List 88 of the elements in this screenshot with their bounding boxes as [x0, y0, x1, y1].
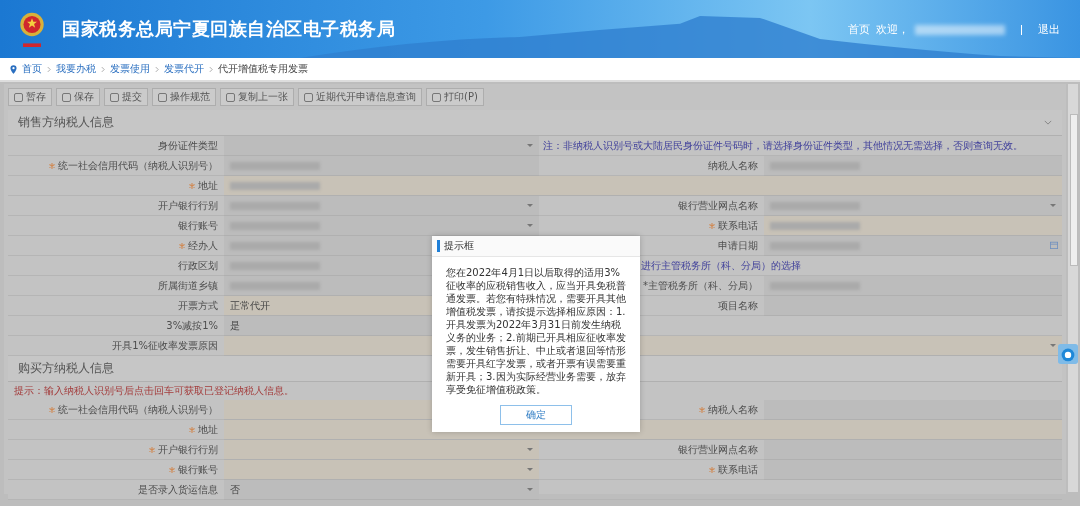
- toolbar-button[interactable]: 提交: [104, 88, 148, 106]
- asterisk-icon: [149, 446, 155, 453]
- form-field[interactable]: [764, 216, 1062, 236]
- field-label: *主管税务所（科、分局）: [643, 278, 758, 293]
- welcome-text: 欢迎，: [876, 22, 909, 37]
- asterisk-icon: [49, 162, 55, 169]
- square-icon: [110, 92, 119, 102]
- field-label: 开票方式: [178, 298, 218, 313]
- field-label: 开户银行行别: [158, 198, 218, 213]
- breadcrumb-link[interactable]: 首页: [22, 62, 42, 76]
- field-label: 身份证件类型: [158, 138, 218, 153]
- field-label: 所属街道乡镇: [158, 278, 218, 293]
- breadcrumb-link[interactable]: 发票代开: [164, 62, 204, 76]
- logout-link[interactable]: 退出: [1038, 22, 1060, 37]
- breadcrumb-link[interactable]: 发票使用: [110, 62, 150, 76]
- hint-text: 提示：输入纳税人识别号后点击回车可获取已登记纳税人信息。: [14, 384, 294, 398]
- field-label: 统一社会信用代码（纳税人识别号）: [58, 402, 218, 417]
- form-field[interactable]: [764, 156, 1062, 176]
- field-label: 申请日期: [718, 238, 758, 253]
- square-icon: [432, 92, 441, 102]
- field-label: 银行账号: [178, 218, 218, 233]
- square-icon: [226, 92, 235, 102]
- field-label: 银行营业网点名称: [678, 198, 758, 213]
- asterisk-icon: [49, 406, 55, 413]
- asterisk-icon: [169, 466, 175, 473]
- toolbar-button[interactable]: 暂存: [8, 88, 52, 106]
- field-label: 地址: [198, 178, 218, 193]
- chevron-right-icon: [101, 65, 105, 73]
- toolbar-button[interactable]: 复制上一张: [220, 88, 294, 106]
- toolbar-button[interactable]: 打印(P): [426, 88, 484, 106]
- note-text: 进行主管税务所（科、分局）的选择: [641, 258, 801, 273]
- form-field[interactable]: [764, 276, 1062, 296]
- scrollbar[interactable]: [1068, 84, 1078, 492]
- field-label: 是否录入货运信息: [138, 482, 218, 497]
- asterisk-icon: [699, 406, 705, 413]
- toolbar-button[interactable]: 操作规范: [152, 88, 216, 106]
- field-label: 银行营业网点名称: [678, 442, 758, 457]
- section-title: 销售方纳税人信息: [18, 114, 114, 131]
- field-label: 联系电话: [718, 462, 758, 477]
- form-field[interactable]: [224, 176, 1062, 196]
- field-label: 行政区划: [178, 258, 218, 273]
- field-label: 银行账号: [178, 462, 218, 477]
- asterisk-icon: [709, 466, 715, 473]
- asterisk-icon: [709, 222, 715, 229]
- field-label: 纳税人名称: [708, 402, 758, 417]
- form-field[interactable]: [224, 460, 539, 480]
- toolbar-button[interactable]: 近期代开申请信息查询: [298, 88, 422, 106]
- form-field[interactable]: 否: [224, 480, 539, 500]
- field-label: 3%减按1%: [166, 318, 218, 333]
- form-field[interactable]: [224, 440, 539, 460]
- form-field[interactable]: [764, 400, 1062, 420]
- field-label: 开具1%征收率发票原因: [112, 338, 218, 353]
- form-field[interactable]: [224, 196, 539, 216]
- field-label: 联系电话: [718, 218, 758, 233]
- field-label: 经办人: [188, 238, 218, 253]
- calendar-icon[interactable]: [1050, 241, 1058, 249]
- field-label: 统一社会信用代码（纳税人识别号）: [58, 158, 218, 173]
- chevron-right-icon: [155, 65, 159, 73]
- location-pin-icon: [10, 64, 17, 74]
- field-label: 纳税人名称: [708, 158, 758, 173]
- form-field[interactable]: [764, 196, 1062, 216]
- chevron-down-icon[interactable]: [1044, 120, 1052, 125]
- section-title: 购买方纳税人信息: [18, 360, 114, 377]
- form-field[interactable]: [224, 136, 539, 156]
- square-icon: [62, 92, 71, 102]
- chat-bubble-icon[interactable]: [1058, 344, 1078, 364]
- square-icon: [158, 92, 167, 102]
- note-text: 注：非纳税人识别号或大陆居民身份证件号码时，请选择身份证件类型，其他情况无需选择，否则查询无效。: [543, 138, 1023, 153]
- field-label: 开户银行行别: [158, 442, 218, 457]
- form-field[interactable]: [224, 156, 539, 176]
- breadcrumb-link[interactable]: 我要办税: [56, 62, 96, 76]
- form-field[interactable]: [764, 236, 1062, 256]
- square-icon: [14, 92, 23, 102]
- form-field[interactable]: [764, 440, 1062, 460]
- confirm-button[interactable]: 确定: [500, 405, 572, 425]
- breadcrumb-link[interactable]: 代开增值税专用发票: [218, 62, 308, 76]
- asterisk-icon: [179, 242, 185, 249]
- asterisk-icon: [189, 426, 195, 433]
- square-icon: [304, 92, 313, 102]
- toolbar-button[interactable]: 保存: [56, 88, 100, 106]
- form-field[interactable]: [224, 216, 539, 236]
- dialog-title: 提示框: [444, 239, 474, 253]
- field-label: 地址: [198, 422, 218, 437]
- chevron-right-icon: [47, 65, 51, 73]
- asterisk-icon: [189, 182, 195, 189]
- field-label: 项目名称: [718, 298, 758, 313]
- site-title: 国家税务总局宁夏回族自治区电子税务局: [62, 17, 395, 41]
- chevron-right-icon: [209, 65, 213, 73]
